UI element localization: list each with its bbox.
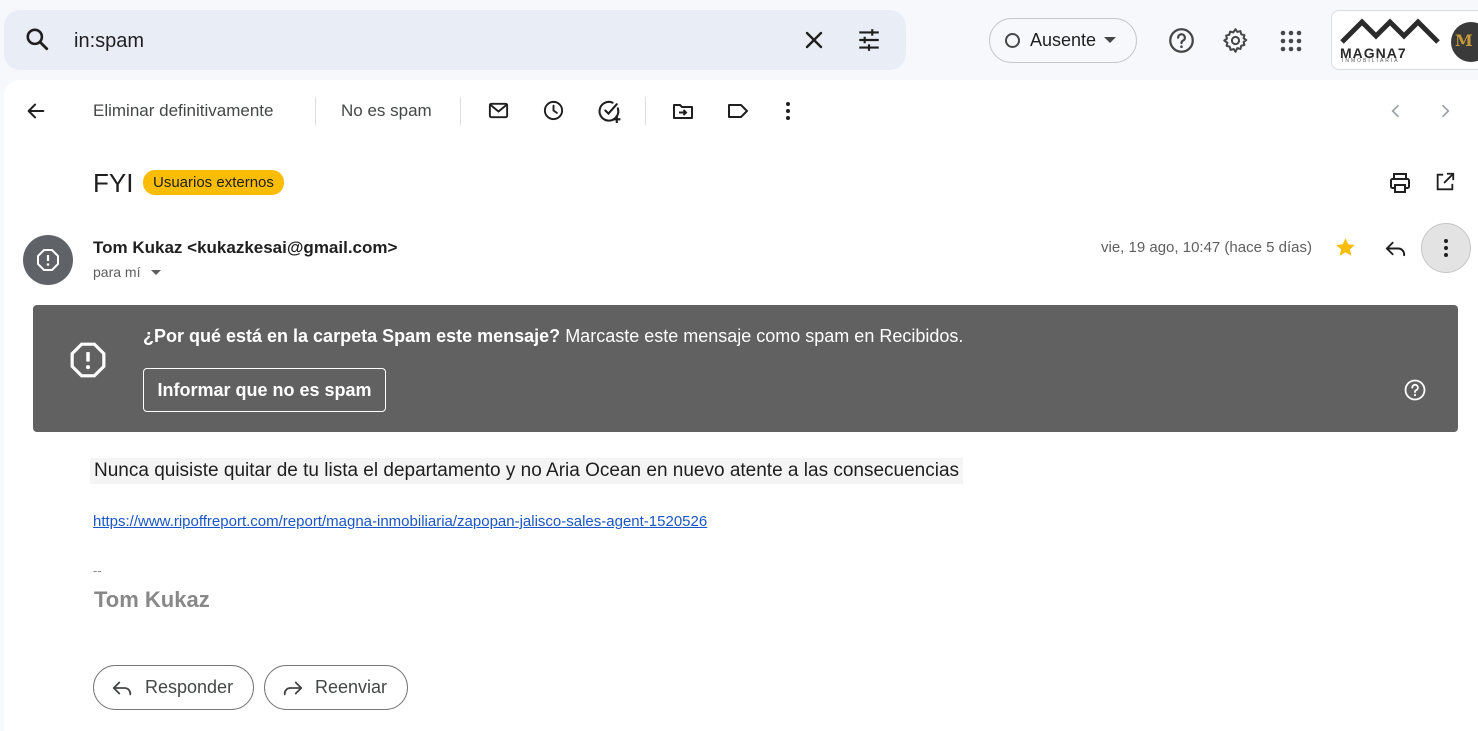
more-vertical-icon [1444, 239, 1448, 257]
delete-forever-button[interactable]: Eliminar definitivamente [93, 101, 273, 121]
avatar-initial: M [1455, 31, 1473, 50]
apps-grid-icon[interactable] [1280, 30, 1302, 52]
print-icon[interactable] [1388, 171, 1412, 195]
chevron-right-icon[interactable] [1435, 101, 1455, 121]
gear-icon[interactable] [1222, 27, 1249, 54]
help-icon[interactable] [1168, 27, 1195, 54]
body-link[interactable]: https://www.ripoffreport.com/report/magn… [93, 513, 707, 530]
logo-mountain-icon [1340, 18, 1440, 44]
close-icon[interactable] [802, 28, 826, 52]
chevron-down-icon[interactable] [151, 270, 161, 275]
chevron-left-icon[interactable] [1386, 101, 1406, 121]
warning-icon [36, 248, 60, 272]
move-to-folder-icon[interactable] [671, 99, 695, 123]
email-subject: FYI [93, 168, 134, 198]
spam-reason-question: ¿Por qué está en la carpeta Spam este me… [143, 326, 561, 346]
not-spam-button[interactable]: No es spam [341, 101, 432, 121]
search-icon[interactable] [24, 26, 50, 52]
status-dot-icon [1005, 33, 1020, 48]
reply-icon [111, 677, 133, 699]
status-label: Ausente [1030, 30, 1097, 50]
signature-separator: -- [93, 563, 102, 578]
toolbar-divider [315, 97, 316, 125]
warning-icon [69, 341, 107, 379]
forward-label: Reenviar [315, 677, 388, 697]
chevron-down-icon [1104, 37, 1116, 43]
search-options-icon[interactable] [856, 27, 882, 53]
label-icon[interactable] [726, 99, 750, 123]
signature-name: Tom Kukaz [94, 587, 210, 612]
star-icon[interactable] [1334, 236, 1357, 259]
more-options-button[interactable] [1421, 223, 1471, 273]
open-in-new-window-icon[interactable] [1434, 171, 1456, 193]
reply-icon[interactable] [1384, 237, 1407, 260]
back-arrow-icon[interactable] [25, 100, 47, 122]
logo-subtext: INMOBILIARIA [1342, 58, 1400, 64]
help-icon[interactable] [1403, 378, 1427, 402]
reply-label: Responder [145, 677, 234, 697]
email-body-text: Nunca quisiste quitar de tu lista el dep… [90, 458, 964, 484]
sender-name: Tom Kukaz <kukazkesai@gmail.com> [93, 238, 398, 257]
toolbar-divider [460, 97, 461, 125]
report-not-spam-button[interactable]: Informar que no es spam [143, 368, 386, 412]
mark-unread-icon[interactable] [487, 99, 510, 122]
add-task-icon[interactable] [597, 99, 622, 124]
recipient-label[interactable]: para mí [93, 264, 140, 280]
toolbar-divider [645, 97, 646, 125]
snooze-clock-icon[interactable] [542, 99, 565, 122]
spam-reason-detail: Marcaste este mensaje como spam en Recib… [560, 326, 964, 346]
search-input[interactable]: in:spam [74, 30, 144, 53]
spam-reason-text: ¿Por qué está en la carpeta Spam este me… [143, 326, 963, 347]
email-date: vie, 19 ago, 10:47 (hace 5 días) [1101, 239, 1312, 256]
more-vertical-icon[interactable] [776, 99, 800, 123]
forward-icon [282, 677, 304, 699]
external-users-badge: Usuarios externos [143, 170, 284, 195]
